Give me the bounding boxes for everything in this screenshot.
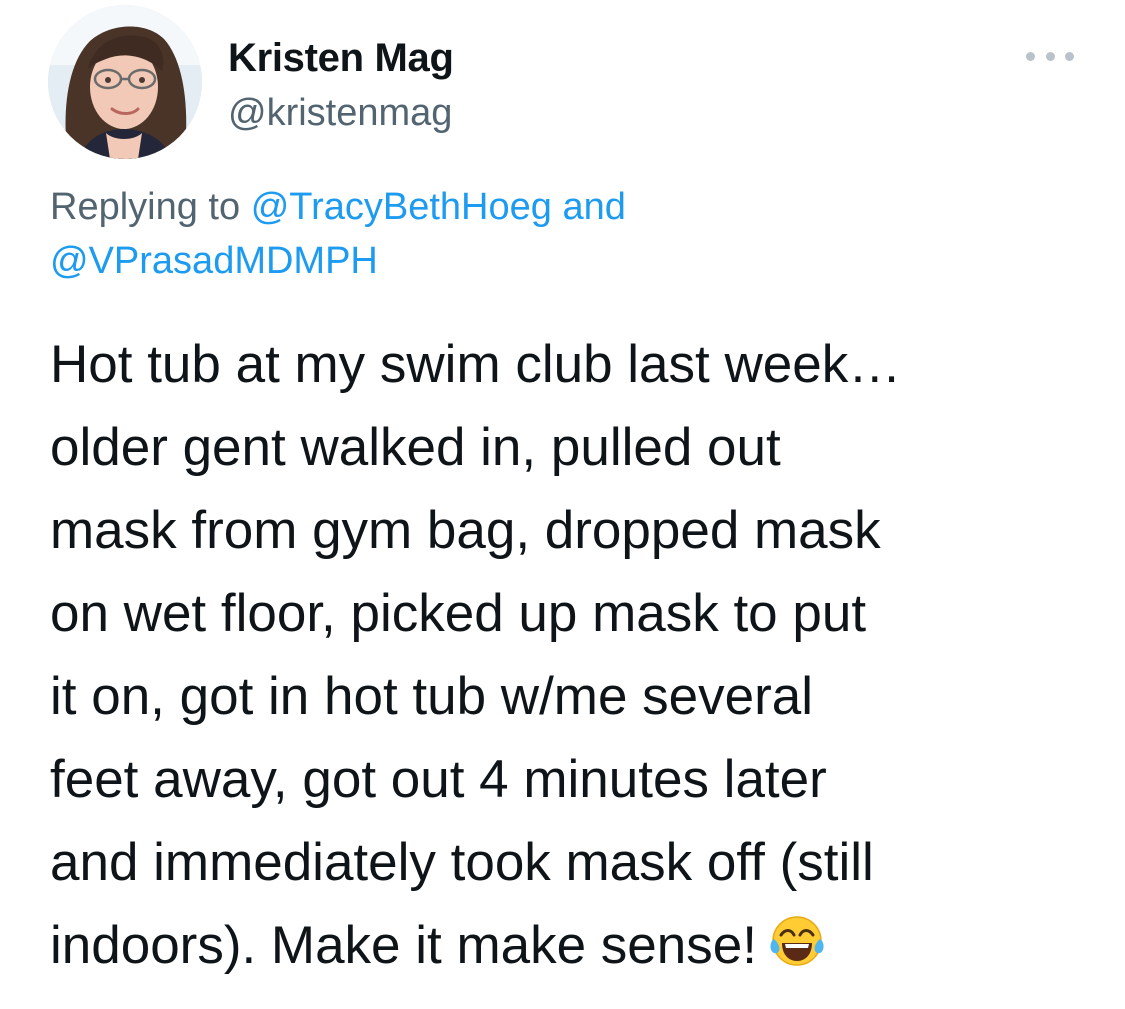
- tweet-text-line: on wet floor, picked up mask to put: [50, 584, 867, 643]
- tweet-text-last-line: indoors). Make it make sense!: [50, 904, 1100, 993]
- more-horizontal-icon-dot: [1065, 51, 1074, 61]
- mention-link-tracybethhoeg[interactable]: @TracyBethHoeg: [251, 186, 552, 228]
- tweet-text-line: it on, got in hot tub w/me several: [50, 667, 814, 726]
- reply-conjunction: and: [562, 186, 626, 228]
- tweet-card: Kristen Mag @kristenmag Replying to @Tra…: [0, 0, 1125, 1009]
- tweet-text-line: indoors). Make it make sense!: [50, 916, 757, 975]
- avatar[interactable]: [48, 5, 202, 159]
- tweet-text-line: mask from gym bag, dropped mask: [50, 501, 881, 560]
- tweet-text-line: feet away, got out 4 minutes later: [50, 750, 827, 809]
- avatar-image: [48, 5, 202, 159]
- tweet-text-line: and immediately took mask off (still: [50, 833, 874, 892]
- mention-link-vprasadmdmph[interactable]: @VPrasadMDMPH: [50, 240, 378, 282]
- reply-context: Replying to @TracyBethHoeg and @VPrasadM…: [50, 180, 1050, 288]
- tweet-text: Hot tub at my swim club last week… older…: [50, 323, 1100, 993]
- tweet-text-line: older gent walked in, pulled out: [50, 418, 781, 477]
- more-options-button[interactable]: [1022, 38, 1078, 74]
- reply-prefix: Replying to: [50, 186, 241, 228]
- author-display-name[interactable]: Kristen Mag: [228, 33, 454, 83]
- author-handle[interactable]: @kristenmag: [228, 90, 452, 136]
- more-horizontal-icon-dot: [1045, 51, 1055, 61]
- face-with-tears-of-joy-icon: [769, 910, 825, 993]
- tweet-text-line: Hot tub at my swim club last week…: [50, 335, 902, 394]
- more-horizontal-icon: [1026, 51, 1035, 61]
